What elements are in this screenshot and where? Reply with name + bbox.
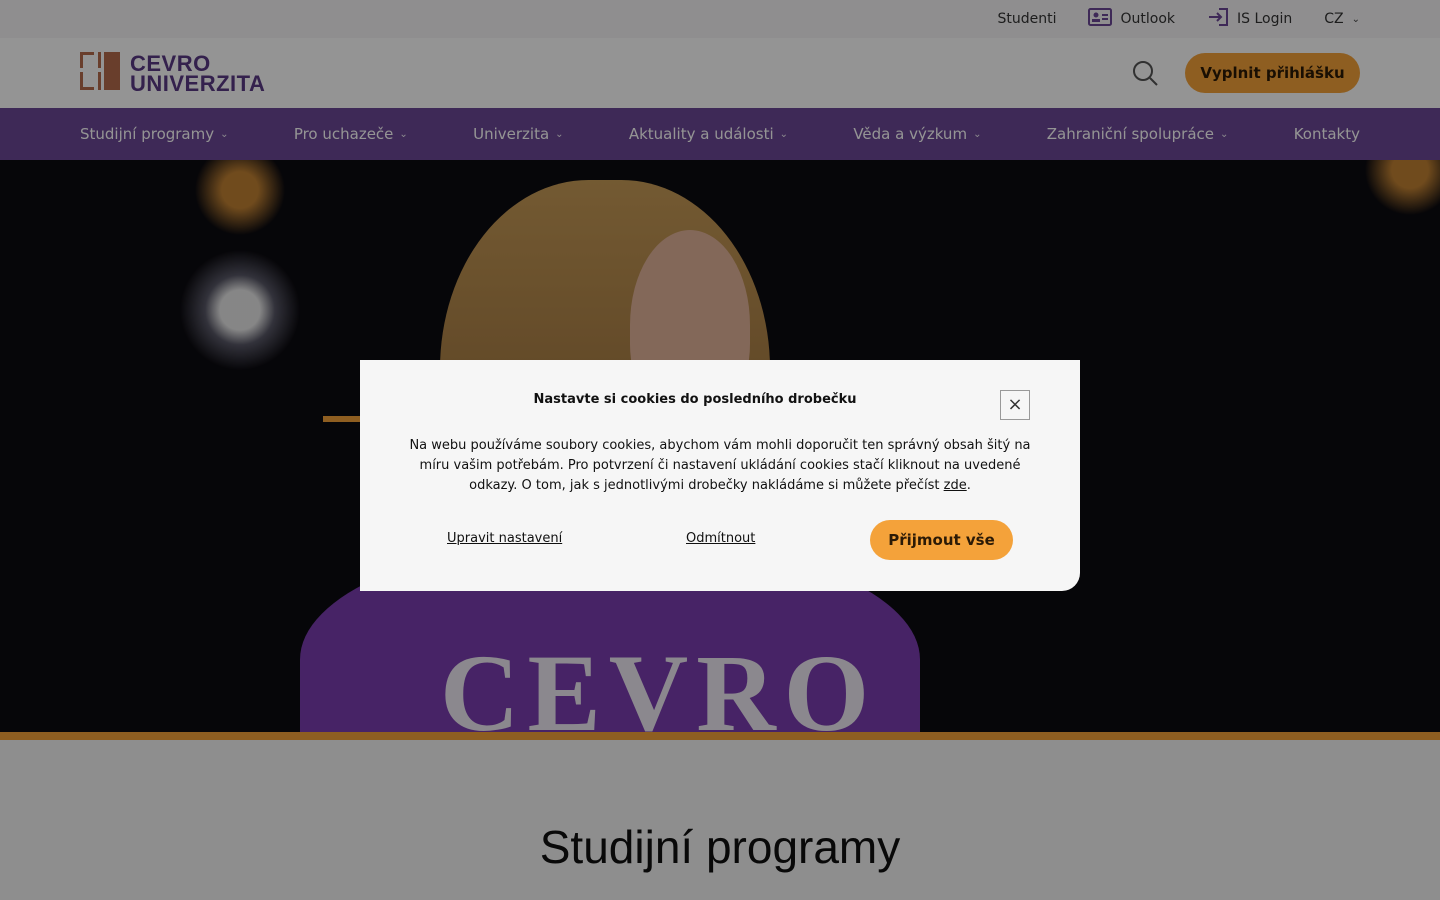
cookie-dialog-actions: Upravit nastavení Odmítnout Přijmout vše	[360, 520, 1080, 562]
cookie-reject-link[interactable]: Odmítnout	[686, 531, 755, 546]
period: .	[966, 478, 971, 493]
cookie-settings-link[interactable]: Upravit nastavení	[447, 531, 562, 546]
cookie-dialog-title: Nastavte si cookies do posledního drobeč…	[533, 392, 857, 407]
cookie-accept-all-button[interactable]: Přijmout vše	[870, 520, 1013, 560]
close-icon[interactable]: ×	[1000, 390, 1030, 420]
cookie-info-link[interactable]: zde	[944, 478, 967, 493]
cookie-dialog-body: Na webu používáme soubory cookies, abych…	[396, 436, 1044, 496]
cookie-consent-dialog: Nastavte si cookies do posledního drobeč…	[360, 360, 1080, 591]
cookie-dialog-text: Na webu používáme soubory cookies, abych…	[409, 438, 1031, 493]
